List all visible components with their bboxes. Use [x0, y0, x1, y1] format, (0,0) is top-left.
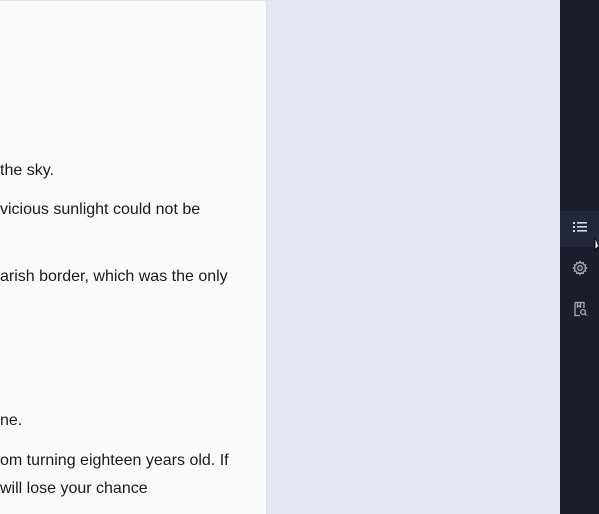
- bookmarks-button[interactable]: 5: [560, 293, 599, 329]
- text-line: the sky.: [0, 162, 54, 179]
- gear-icon: [571, 259, 588, 281]
- text-line: vicious sunlight could not be: [0, 201, 201, 218]
- list-icon: [572, 220, 588, 239]
- text-line: will lose your chance: [0, 480, 148, 497]
- text-line: arish border, which was the only: [0, 268, 228, 285]
- reader-page: the sky. vicious sunlight could not be a…: [0, 0, 267, 514]
- text-line: om turning eighteen years old. If: [0, 452, 229, 469]
- empty-page-area: [268, 0, 560, 514]
- bookmark-search-icon: 5: [572, 301, 588, 322]
- mouse-cursor-icon: [593, 236, 599, 261]
- text-line: ne.: [0, 412, 23, 429]
